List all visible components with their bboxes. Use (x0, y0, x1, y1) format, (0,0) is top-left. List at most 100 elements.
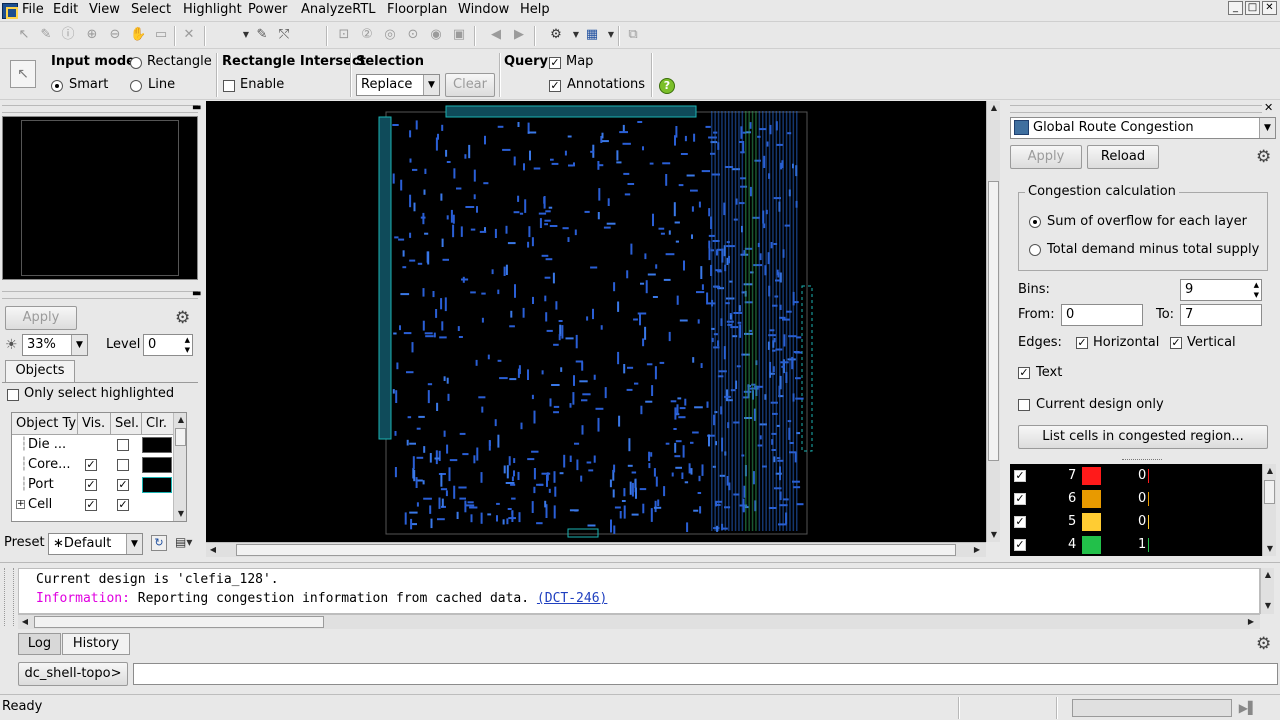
selectable-checkbox[interactable]: ✓ (117, 479, 129, 491)
layout-canvas[interactable] (206, 101, 986, 542)
scroll-right-icon[interactable]: ▶ (1244, 615, 1258, 629)
scroll-thumb[interactable] (988, 181, 999, 461)
bins-stepper[interactable]: 9 ▲ ▼ (1180, 279, 1262, 301)
shell-prompt-button[interactable]: dc_shell-topo> (18, 662, 128, 686)
col-visible[interactable]: Vis. (78, 413, 111, 435)
chevron-down-icon[interactable]: ▼ (568, 27, 584, 43)
menu-highlight[interactable]: Highlight (183, 2, 242, 17)
col-selectable[interactable]: Sel. (111, 413, 142, 435)
color-swatch[interactable] (142, 457, 172, 473)
scroll-down-icon[interactable]: ▼ (1263, 542, 1277, 556)
panel-close-icon[interactable]: ✕ (1264, 101, 1273, 114)
menu-file[interactable]: File (22, 2, 44, 17)
legend-row[interactable]: ✓ 6 0 (1010, 488, 1262, 510)
console-hscrollbar[interactable]: ◀ ▶ (18, 614, 1260, 629)
level-stepper[interactable]: 0 ▲ ▼ (143, 334, 193, 356)
visible-checkbox[interactable]: ✓ (85, 479, 97, 491)
scroll-thumb[interactable] (34, 616, 324, 628)
info-tool-icon[interactable]: ⓘ (60, 27, 76, 43)
tab-log[interactable]: Log (18, 633, 61, 655)
visible-checkbox[interactable]: ✓ (85, 459, 97, 471)
menu-floorplan[interactable]: Floorplan (387, 2, 447, 17)
total-demand-radio[interactable] (1029, 244, 1041, 256)
overview-panel-handle[interactable] (2, 105, 198, 113)
pencil-tool-icon[interactable]: ✎ (38, 27, 54, 43)
table-row[interactable]: ┆ Port ✓ ✓ (12, 475, 172, 495)
menu-edit[interactable]: Edit (53, 2, 78, 17)
menu-analyzertl[interactable]: AnalyzeRTL (301, 2, 376, 17)
scroll-up-icon[interactable]: ▲ (1263, 464, 1277, 478)
table-scrollbar[interactable]: ▲ ▼ (173, 413, 186, 521)
layers-icon[interactable]: ⚙ (548, 27, 564, 43)
brightness-select[interactable]: 33% ▼ (22, 334, 88, 356)
selectable-checkbox[interactable] (117, 439, 129, 451)
vertical-checkbox[interactable]: ✓ (1170, 337, 1182, 349)
selection-select[interactable]: Replace ▼ (356, 74, 440, 96)
scroll-up-icon[interactable]: ▲ (174, 413, 186, 427)
console-vscrollbar[interactable]: ▲ ▼ (1260, 568, 1274, 614)
menu-select[interactable]: Select (131, 2, 171, 17)
panel-close-icon[interactable]: ▬ (192, 288, 201, 299)
window-icon[interactable]: ⧉ (625, 27, 641, 43)
scroll-up-icon[interactable]: ▲ (987, 101, 1001, 115)
stepper-arrows-icon[interactable]: ▲ ▼ (185, 335, 190, 355)
zoom-area-icon[interactable]: ◎ (382, 27, 398, 43)
map-mode-icon[interactable]: ▦ (584, 27, 600, 43)
selectable-checkbox[interactable] (117, 459, 129, 471)
rectangle-radio[interactable] (130, 57, 142, 69)
menu-window[interactable]: Window (458, 2, 509, 17)
zoom-fit-icon[interactable]: ◉ (428, 27, 444, 43)
zoom-selection-icon[interactable]: ⊙ (405, 27, 421, 43)
list-cells-button[interactable]: List cells in congested region... (1018, 425, 1268, 449)
scroll-thumb[interactable] (175, 428, 186, 446)
layers-panel-handle[interactable] (2, 291, 198, 299)
legend-scrollbar[interactable]: ▲ ▼ (1262, 464, 1276, 556)
scroll-thumb[interactable] (1264, 480, 1275, 504)
clear-button[interactable]: Clear (445, 73, 495, 97)
zoom-out-icon[interactable]: ⊖ (107, 27, 123, 43)
select-mode-icon[interactable]: ↖ (10, 60, 36, 88)
selectable-checkbox[interactable]: ✓ (117, 499, 129, 511)
chevron-down-icon[interactable]: ▼ (238, 27, 254, 43)
menu-power[interactable]: Power (248, 2, 287, 17)
left-apply-button[interactable]: Apply (5, 306, 77, 330)
map-panel-handle[interactable] (1010, 105, 1262, 113)
smart-radio[interactable] (51, 80, 63, 92)
map-checkbox[interactable]: ✓ (549, 57, 561, 69)
stepper-arrows-icon[interactable]: ▲ ▼ (1254, 280, 1259, 300)
clear-highlight-icon[interactable]: ⤲ (276, 27, 292, 43)
help-icon[interactable]: ? (659, 78, 675, 94)
legend-row[interactable]: ✓ 5 0 (1010, 511, 1262, 533)
table-row[interactable]: + Cell ✓ ✓ (12, 495, 172, 515)
fit-view-icon[interactable]: ⊡ (336, 27, 352, 43)
back-icon[interactable]: ◀ (488, 27, 504, 43)
chevron-down-icon[interactable]: ▼ (603, 27, 619, 43)
scroll-down-icon[interactable]: ▼ (174, 507, 186, 521)
map-apply-button[interactable]: Apply (1010, 145, 1082, 169)
scroll-down-icon[interactable]: ▼ (1261, 599, 1275, 613)
forward-icon[interactable]: ▶ (511, 27, 527, 43)
pointer-tool-icon[interactable]: ↖ (16, 27, 32, 43)
current-design-checkbox[interactable] (1018, 399, 1030, 411)
panel-close-icon[interactable]: ▬ (192, 102, 201, 113)
gear-icon[interactable]: ⚙ (175, 309, 190, 327)
legend-checkbox[interactable]: ✓ (1014, 493, 1026, 505)
legend-checkbox[interactable]: ✓ (1014, 516, 1026, 528)
visible-checkbox[interactable]: ✓ (85, 499, 97, 511)
line-radio[interactable] (130, 80, 142, 92)
canvas-vscrollbar[interactable]: ▲ ▼ (986, 101, 1000, 542)
legend-checkbox[interactable]: ✓ (1014, 539, 1026, 551)
scroll-left-icon[interactable]: ◀ (206, 543, 220, 557)
preset-menu-icon[interactable]: ▤▾ (175, 535, 192, 549)
horizontal-checkbox[interactable]: ✓ (1076, 337, 1088, 349)
maximize-button[interactable]: □ (1245, 1, 1260, 15)
gear-icon[interactable]: ⚙ (1256, 635, 1271, 653)
reload-button[interactable]: Reload (1087, 145, 1159, 169)
legend-checkbox[interactable]: ✓ (1014, 470, 1026, 482)
overview-map[interactable] (2, 116, 198, 280)
console-splitter[interactable] (0, 562, 1280, 563)
scroll-down-icon[interactable]: ▼ (987, 528, 1001, 542)
expand-icon[interactable]: + (16, 500, 25, 509)
minimize-button[interactable]: _ (1228, 1, 1243, 15)
canvas-hscrollbar[interactable]: ◀ ▶ (206, 542, 986, 557)
